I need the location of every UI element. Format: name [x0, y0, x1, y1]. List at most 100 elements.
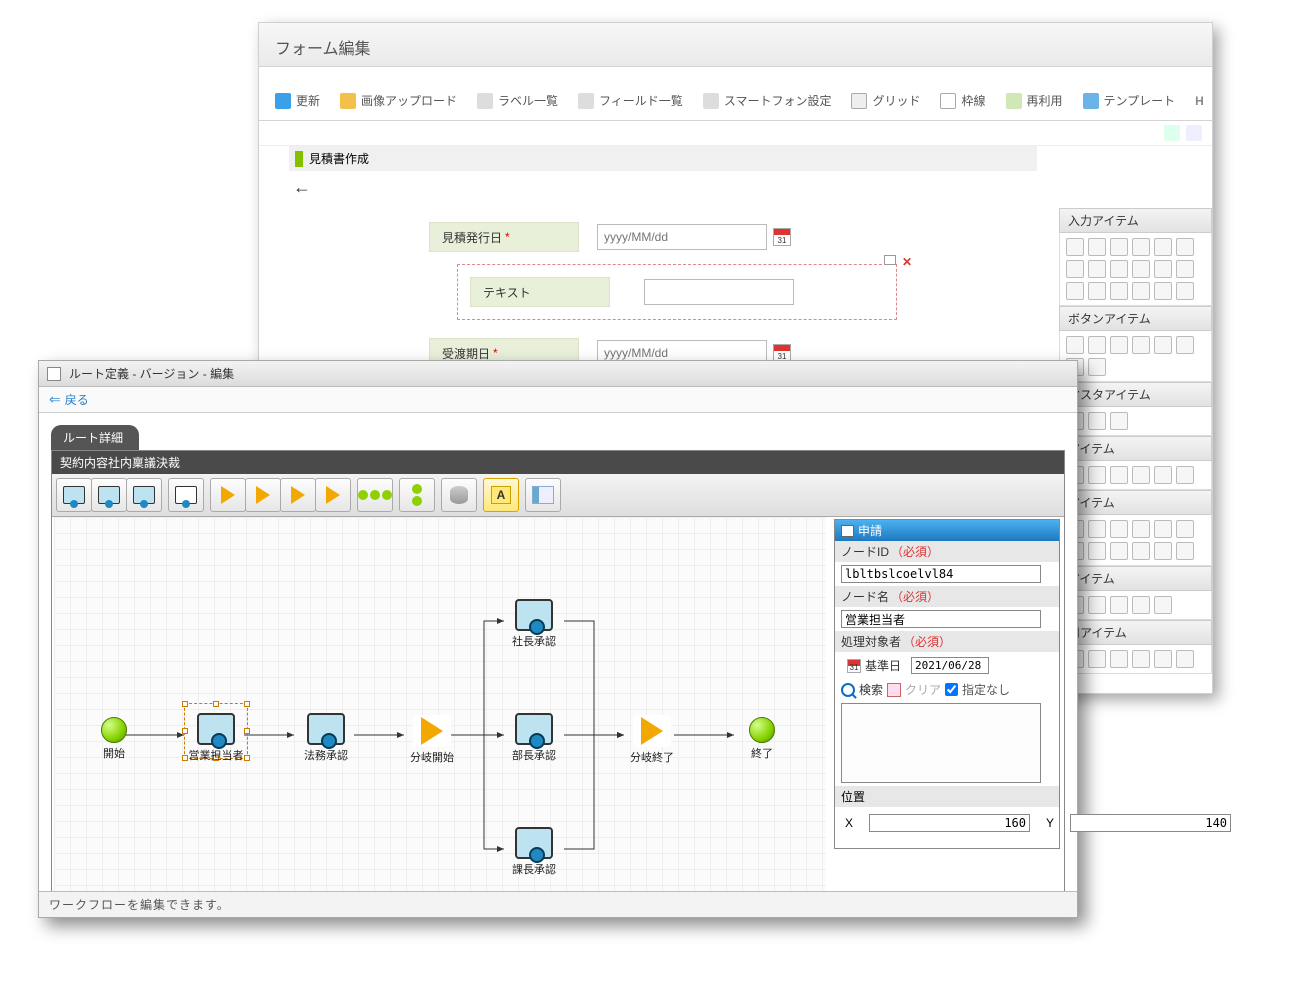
- props-date-input[interactable]: [911, 657, 989, 674]
- palette-item[interactable]: [1088, 238, 1106, 256]
- field-text-input[interactable]: [644, 279, 794, 305]
- palette-item[interactable]: [1066, 238, 1084, 256]
- palette-item[interactable]: [1132, 238, 1150, 256]
- palette-item[interactable]: [1176, 282, 1194, 300]
- palette-item[interactable]: [1132, 650, 1150, 668]
- toolbar-h[interactable]: H: [1185, 88, 1214, 114]
- toolbar-grid[interactable]: グリッド: [841, 86, 930, 115]
- palette-item[interactable]: [1088, 466, 1106, 484]
- tool-node-2[interactable]: [91, 478, 127, 512]
- tool-node-1[interactable]: [56, 478, 92, 512]
- close-icon[interactable]: ✕: [902, 255, 912, 269]
- toolbar-reuse[interactable]: 再利用: [996, 86, 1073, 115]
- palette-item[interactable]: [1176, 542, 1194, 560]
- route-back-link[interactable]: ⇐ 戻る: [39, 387, 1077, 413]
- toolbar-smartphone[interactable]: スマートフォン設定: [693, 86, 842, 115]
- palette-item[interactable]: [1088, 596, 1106, 614]
- palette-item[interactable]: [1154, 650, 1172, 668]
- tool-node-3[interactable]: [126, 478, 162, 512]
- palette-item[interactable]: [1132, 336, 1150, 354]
- toolbar-template[interactable]: テンプレート: [1073, 86, 1186, 115]
- palette-item[interactable]: [1110, 282, 1128, 300]
- route-detail-tab[interactable]: ルート詳細: [51, 425, 139, 450]
- palette-item[interactable]: [1176, 650, 1194, 668]
- palette-item[interactable]: [1154, 596, 1172, 614]
- palette-item[interactable]: [1110, 336, 1128, 354]
- palette-item[interactable]: [1176, 238, 1194, 256]
- palette-item[interactable]: [1088, 542, 1106, 560]
- palette-item[interactable]: [1154, 238, 1172, 256]
- calendar-icon[interactable]: [847, 659, 861, 673]
- palette-item[interactable]: [1088, 282, 1106, 300]
- node-manager[interactable]: 部長承認: [506, 713, 562, 763]
- node-end[interactable]: 終了: [734, 717, 790, 761]
- palette-item[interactable]: [1066, 260, 1084, 278]
- palette-item[interactable]: [1088, 358, 1106, 376]
- node-legal[interactable]: 法務承認: [298, 713, 354, 763]
- palette-item[interactable]: [1132, 596, 1150, 614]
- field-issue-date-input[interactable]: [597, 224, 767, 250]
- tool-split-4[interactable]: [315, 478, 351, 512]
- form-back-arrow[interactable]: ←: [289, 171, 1037, 204]
- palette-item[interactable]: [1154, 542, 1172, 560]
- palette-item[interactable]: [1110, 596, 1128, 614]
- selected-field-box[interactable]: ✕ テキスト: [457, 264, 897, 320]
- props-y-input[interactable]: [1070, 814, 1231, 832]
- palette-item[interactable]: [1066, 336, 1084, 354]
- toolbar-image-upload[interactable]: 画像アップロード: [330, 86, 467, 115]
- palette-item[interactable]: [1154, 282, 1172, 300]
- palette-item[interactable]: [1110, 650, 1128, 668]
- node-branch-start[interactable]: 分岐開始: [404, 715, 460, 765]
- node-branch-end[interactable]: 分岐終了: [624, 715, 680, 765]
- tool-strip[interactable]: [525, 478, 561, 512]
- palette-item[interactable]: [1110, 260, 1128, 278]
- tool-split-2[interactable]: [245, 478, 281, 512]
- field-options-icon[interactable]: [884, 255, 896, 265]
- calendar-icon[interactable]: [773, 228, 791, 246]
- palette-item[interactable]: [1154, 466, 1172, 484]
- palette-item[interactable]: [1154, 260, 1172, 278]
- sub-icon-2[interactable]: [1186, 125, 1202, 141]
- tool-split-1[interactable]: [210, 478, 246, 512]
- palette-item[interactable]: [1110, 412, 1128, 430]
- toolbar-update[interactable]: 更新: [265, 86, 330, 115]
- toolbar-labels[interactable]: ラベル一覧: [467, 86, 568, 115]
- node-start[interactable]: 開始: [86, 717, 142, 761]
- palette-item[interactable]: [1110, 520, 1128, 538]
- tool-parallel[interactable]: [399, 478, 435, 512]
- toolbar-fields[interactable]: フィールド一覧: [568, 86, 693, 115]
- palette-item[interactable]: [1154, 520, 1172, 538]
- palette-item[interactable]: [1132, 260, 1150, 278]
- palette-item[interactable]: [1088, 412, 1106, 430]
- palette-item[interactable]: [1088, 260, 1106, 278]
- props-x-input[interactable]: [869, 814, 1030, 832]
- node-sales[interactable]: 営業担当者: [188, 713, 244, 763]
- tool-sequence[interactable]: [357, 478, 393, 512]
- palette-item[interactable]: [1132, 542, 1150, 560]
- tool-db[interactable]: [441, 478, 477, 512]
- palette-item[interactable]: [1088, 336, 1106, 354]
- tool-user[interactable]: [168, 478, 204, 512]
- tool-split-3[interactable]: [280, 478, 316, 512]
- palette-item[interactable]: [1088, 650, 1106, 668]
- palette-item[interactable]: [1110, 466, 1128, 484]
- props-clear-label[interactable]: クリア: [905, 681, 941, 698]
- eraser-icon[interactable]: [887, 683, 901, 697]
- search-icon[interactable]: [841, 683, 855, 697]
- palette-item[interactable]: [1176, 520, 1194, 538]
- props-search-label[interactable]: 検索: [859, 681, 883, 698]
- props-node-id-input[interactable]: [841, 565, 1041, 583]
- tool-annotation[interactable]: A: [483, 478, 519, 512]
- node-president[interactable]: 社長承認: [506, 599, 562, 649]
- palette-item[interactable]: [1132, 520, 1150, 538]
- palette-item[interactable]: [1176, 336, 1194, 354]
- toolbar-frame[interactable]: 枠線: [930, 86, 995, 115]
- palette-item[interactable]: [1132, 282, 1150, 300]
- palette-item[interactable]: [1088, 520, 1106, 538]
- palette-item[interactable]: [1110, 238, 1128, 256]
- palette-item[interactable]: [1132, 466, 1150, 484]
- palette-item[interactable]: [1154, 336, 1172, 354]
- props-nospec-checkbox[interactable]: [945, 683, 958, 696]
- palette-item[interactable]: [1110, 542, 1128, 560]
- palette-item[interactable]: [1176, 466, 1194, 484]
